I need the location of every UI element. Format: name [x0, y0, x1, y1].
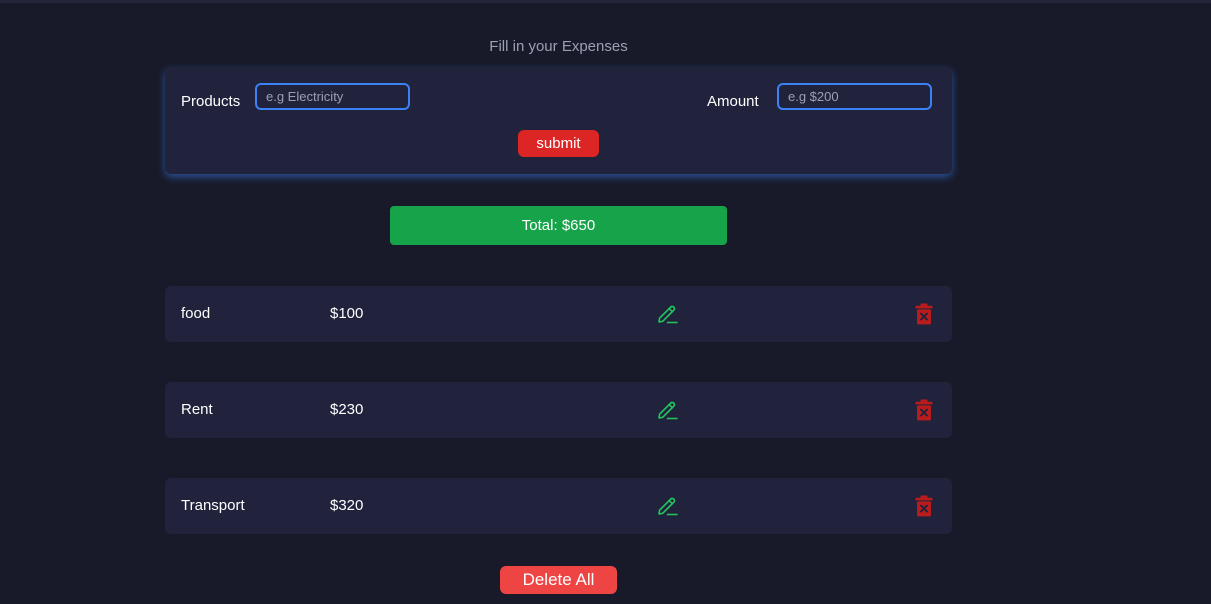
trash-icon[interactable] — [915, 303, 933, 325]
expense-amount: $100 — [330, 305, 364, 322]
expense-row: Rent $230 — [165, 382, 952, 438]
pencil-icon[interactable] — [655, 398, 679, 422]
expense-row: Transport $320 — [165, 478, 952, 534]
expense-name: Rent — [181, 401, 213, 418]
total-display: Total: $650 — [390, 206, 727, 245]
top-border — [0, 0, 1211, 3]
pencil-icon[interactable] — [655, 302, 679, 326]
expense-amount: $230 — [330, 401, 364, 418]
amount-input[interactable] — [777, 83, 932, 110]
trash-icon[interactable] — [915, 399, 933, 421]
expense-name: Transport — [181, 497, 245, 514]
submit-button[interactable]: submit — [518, 130, 599, 157]
expense-row: food $100 — [165, 286, 952, 342]
trash-icon[interactable] — [915, 495, 933, 517]
products-label: Products — [181, 93, 241, 110]
products-input[interactable] — [255, 83, 410, 110]
pencil-icon[interactable] — [655, 494, 679, 518]
delete-all-button[interactable]: Delete All — [500, 566, 617, 594]
page-title: Fill in your Expenses — [489, 38, 628, 55]
amount-label: Amount — [707, 93, 759, 110]
expense-form: Products Amount submit — [165, 67, 952, 174]
expense-amount: $320 — [330, 497, 364, 514]
expense-name: food — [181, 305, 211, 322]
